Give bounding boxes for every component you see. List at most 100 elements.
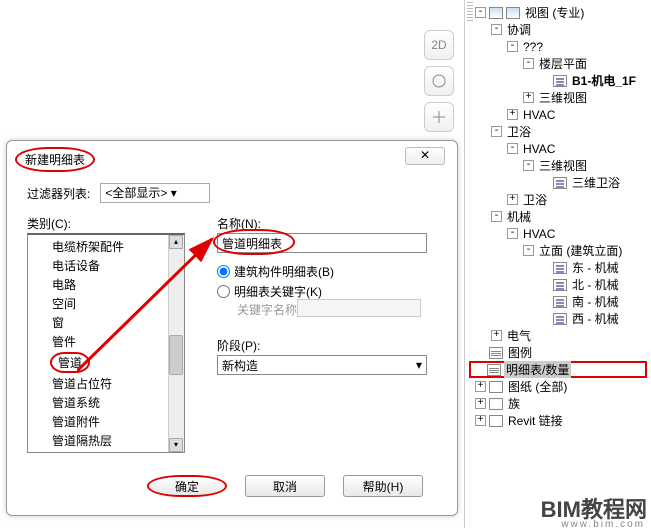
tree-row[interactable]: - 视图 (专业) (465, 4, 651, 21)
tree-item-label: Revit 链接 (506, 412, 565, 429)
collapse-icon[interactable]: - (523, 245, 534, 256)
tree-row[interactable]: +HVAC (465, 106, 651, 123)
category-item[interactable]: 管道隔热层 (28, 431, 184, 450)
category-item[interactable]: 电缆桥架配件 (28, 237, 184, 256)
scroll-up-arrow[interactable]: ▴ (169, 235, 183, 249)
category-item[interactable]: 管道附件 (28, 412, 184, 431)
collapse-icon[interactable]: - (475, 7, 486, 18)
tree-row[interactable]: 南 - 机械 (465, 293, 651, 310)
tree-item-label: B1-机电_1F (570, 72, 638, 89)
tree-row[interactable]: 北 - 机械 (465, 276, 651, 293)
tree-row[interactable]: B1-机电_1F (465, 72, 651, 89)
help-button[interactable]: 帮助(H) (343, 475, 423, 497)
tree-item-label: 三维卫浴 (570, 174, 622, 191)
radio-building-components[interactable]: 建筑构件明细表(B) (217, 263, 334, 280)
collapse-icon[interactable]: - (507, 228, 518, 239)
nav-wheel-icon (431, 73, 447, 89)
tree-row[interactable]: -HVAC (465, 225, 651, 242)
tree-row[interactable]: -??? (465, 38, 651, 55)
tree-row[interactable]: -卫浴 (465, 123, 651, 140)
tree-row[interactable]: -楼层平面 (465, 55, 651, 72)
folder-icon (489, 398, 503, 410)
category-item[interactable]: 空间 (28, 294, 184, 313)
view-icon (489, 7, 503, 19)
category-item[interactable]: 线管 (28, 450, 184, 453)
collapse-icon[interactable]: - (491, 211, 502, 222)
expand-icon[interactable]: + (475, 398, 486, 409)
radio-keys-input[interactable] (217, 285, 230, 298)
page-icon (553, 279, 567, 291)
collapse-icon[interactable]: - (523, 160, 534, 171)
category-listbox[interactable]: 电缆桥架配件电话设备电路空间窗管件管道管道占位符管道系统管道附件管道隔热层线管线… (27, 233, 185, 453)
tree-row[interactable]: 图例 (465, 344, 651, 361)
tree-row[interactable]: -协调 (465, 21, 651, 38)
expand-icon[interactable]: + (475, 415, 486, 426)
collapse-icon[interactable]: - (507, 41, 518, 52)
dialog-title: 新建明细表 (15, 147, 95, 172)
category-item[interactable]: 管件 (28, 332, 184, 351)
tree-item-label: 协调 (505, 21, 533, 38)
tree-item-label: 三维视图 (537, 157, 589, 174)
tree-row[interactable]: +电气 (465, 327, 651, 344)
tree-row[interactable]: +三维视图 (465, 89, 651, 106)
expand-icon[interactable]: + (475, 381, 486, 392)
scroll-thumb[interactable] (169, 335, 183, 375)
radio-schedule-keys[interactable]: 明细表关键字(K) (217, 283, 322, 300)
panel-grip[interactable] (467, 2, 473, 22)
expand-icon[interactable]: + (507, 194, 518, 205)
category-item[interactable]: 电路 (28, 275, 184, 294)
tree-row[interactable]: 三维卫浴 (465, 174, 651, 191)
tree-item-label: 电气 (505, 327, 533, 344)
name-label: 名称(N): (217, 215, 261, 232)
category-item[interactable]: 管道 (28, 351, 184, 374)
expand-icon[interactable]: + (491, 330, 502, 341)
sched-icon (489, 347, 503, 359)
collapse-icon[interactable]: - (491, 24, 502, 35)
tree-item-label: 族 (506, 395, 522, 412)
tree-row[interactable]: -立面 (建筑立面) (465, 242, 651, 259)
category-item[interactable]: 电话设备 (28, 256, 184, 275)
cancel-button[interactable]: 取消 (245, 475, 325, 497)
category-scrollbar[interactable]: ▴ ▾ (168, 235, 184, 452)
dialog-close-button[interactable]: ✕ (405, 147, 445, 165)
project-browser-panel: -视图 (专业)-协调-???-楼层平面B1-机电_1F+三维视图+HVAC-卫… (464, 0, 651, 528)
collapse-icon[interactable]: - (491, 126, 502, 137)
phase-select[interactable]: 新构造▾ (217, 355, 427, 375)
close-icon: ✕ (420, 148, 430, 162)
filter-select[interactable]: <全部显示> ▾ (100, 183, 210, 203)
tree-row[interactable]: +族 (465, 395, 651, 412)
schedule-name-input[interactable] (217, 233, 427, 253)
scroll-down-arrow[interactable]: ▾ (169, 438, 183, 452)
expand-icon[interactable]: + (523, 92, 534, 103)
category-item[interactable]: 窗 (28, 313, 184, 332)
phase-label: 阶段(P): (217, 337, 260, 354)
tree-item-label: 东 - 机械 (570, 259, 621, 276)
expand-icon[interactable]: + (507, 109, 518, 120)
nav-wheel-button[interactable] (424, 66, 454, 96)
page-icon (553, 296, 567, 308)
tree-item-label: 楼层平面 (537, 55, 589, 72)
project-browser-tree[interactable]: -视图 (专业)-协调-???-楼层平面B1-机电_1F+三维视图+HVAC-卫… (465, 0, 651, 433)
tree-row[interactable]: -三维视图 (465, 157, 651, 174)
folder-icon (489, 415, 503, 427)
view-2d-button[interactable]: 2D (424, 30, 454, 60)
new-schedule-dialog: 新建明细表 ✕ 过滤器列表: <全部显示> ▾ 类别(C): 电缆桥架配件电话设… (6, 140, 458, 516)
category-item[interactable]: 管道系统 (28, 393, 184, 412)
collapse-icon[interactable]: - (523, 58, 534, 69)
folder-icon (489, 381, 503, 393)
category-item[interactable]: 管道占位符 (28, 374, 184, 393)
radio-building-input[interactable] (217, 265, 230, 278)
tree-row[interactable]: +图纸 (全部) (465, 378, 651, 395)
pan-button[interactable] (424, 102, 454, 132)
page-icon (553, 177, 567, 189)
ok-button[interactable]: 确定 (147, 475, 227, 497)
tree-row[interactable]: 东 - 机械 (465, 259, 651, 276)
collapse-icon[interactable]: - (507, 143, 518, 154)
tree-row[interactable]: 明细表/数量 (469, 361, 647, 378)
tree-item-label: 视图 (专业) (523, 4, 586, 21)
tree-row[interactable]: + Revit 链接 (465, 412, 651, 429)
tree-row[interactable]: -机械 (465, 208, 651, 225)
tree-row[interactable]: 西 - 机械 (465, 310, 651, 327)
tree-row[interactable]: +卫浴 (465, 191, 651, 208)
tree-row[interactable]: -HVAC (465, 140, 651, 157)
